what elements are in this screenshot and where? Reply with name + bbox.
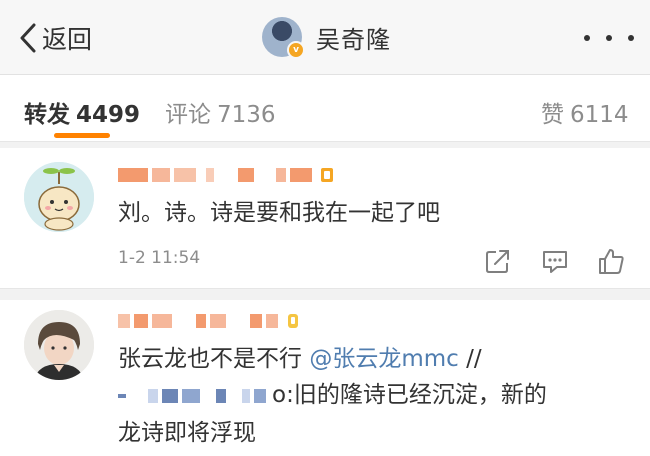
chevron-left-icon bbox=[20, 23, 36, 53]
mask-block bbox=[134, 314, 148, 328]
tab-like-label: 赞 bbox=[541, 102, 564, 128]
like-button[interactable] bbox=[596, 246, 626, 276]
tab-like-count: 6114 bbox=[570, 102, 629, 128]
user-photo-icon bbox=[24, 310, 94, 380]
repost-separator: // bbox=[458, 346, 482, 372]
back-button[interactable]: 返回 bbox=[18, 20, 92, 56]
mask-block bbox=[242, 388, 250, 403]
page-title: 吴奇隆 bbox=[316, 25, 391, 54]
member-badge-icon bbox=[288, 314, 298, 328]
comment-icon bbox=[543, 251, 567, 273]
mask-block bbox=[182, 388, 200, 403]
nav-header: 返回 v 吴奇隆 bbox=[0, 0, 650, 75]
share-button[interactable] bbox=[483, 246, 513, 276]
tab-comment[interactable]: 评论 7136 bbox=[165, 95, 276, 129]
mask-block bbox=[216, 388, 226, 403]
quoted-text: o:旧的隆诗已经沉淀，新的 bbox=[272, 382, 547, 408]
mask-block bbox=[174, 168, 196, 182]
tab-comment-count: 7136 bbox=[217, 102, 276, 128]
tab-like[interactable]: 赞 6114 bbox=[541, 95, 629, 129]
header-title-group[interactable]: v 吴奇隆 bbox=[262, 15, 391, 59]
more-dots-icon bbox=[606, 35, 612, 41]
like-icon bbox=[599, 249, 624, 274]
more-button[interactable] bbox=[584, 26, 634, 50]
mask-block bbox=[152, 314, 172, 328]
list-item[interactable]: 刘。诗。诗是要和我在一起了吧 1-2 11:54 bbox=[0, 148, 650, 288]
mask-block bbox=[266, 314, 278, 328]
verified-badge: v bbox=[287, 41, 305, 59]
username-masked[interactable] bbox=[118, 310, 300, 332]
tab-comment-label: 评论 bbox=[165, 102, 211, 128]
repost-text: 张云龙也不是不行 @张云龙mmc // bbox=[118, 340, 482, 378]
cartoon-avatar-icon bbox=[24, 162, 94, 232]
tab-bar: 转发 4499 评论 7136 赞 6114 bbox=[0, 75, 650, 141]
member-badge-icon bbox=[321, 168, 333, 182]
back-label: 返回 bbox=[42, 25, 93, 54]
avatar[interactable]: v bbox=[262, 17, 305, 59]
mask-block bbox=[210, 314, 226, 328]
avatar[interactable] bbox=[24, 162, 94, 232]
timestamp: 1-2 11:54 bbox=[118, 248, 201, 268]
mask-block bbox=[206, 168, 214, 182]
more-dots-icon bbox=[584, 35, 590, 41]
divider bbox=[0, 141, 650, 148]
active-tab-indicator bbox=[54, 133, 110, 138]
mask-block bbox=[152, 168, 170, 182]
mask-block bbox=[196, 314, 206, 328]
quoted-text-line: o:旧的隆诗已经沉淀，新的 bbox=[118, 376, 547, 414]
mask-block bbox=[118, 314, 130, 328]
comment-button[interactable] bbox=[540, 246, 570, 276]
repost-text: 刘。诗。诗是要和我在一起了吧 bbox=[118, 200, 440, 226]
mask-block bbox=[118, 393, 126, 398]
mask-block bbox=[238, 168, 254, 182]
repost-text-part: 张云龙也不是不行 bbox=[118, 346, 302, 372]
more-dots-icon bbox=[628, 35, 634, 41]
mask-block bbox=[118, 168, 148, 182]
mask-block bbox=[250, 314, 262, 328]
list-item[interactable]: 张云龙也不是不行 @张云龙mmc // o:旧的隆诗已经沉淀，新的 龙诗即将浮现 bbox=[0, 300, 650, 456]
tab-repost-count: 4499 bbox=[76, 102, 141, 128]
mention-link[interactable]: @张云龙mmc bbox=[309, 346, 458, 372]
mask-block bbox=[254, 388, 266, 403]
share-icon bbox=[486, 250, 509, 273]
tab-repost[interactable]: 转发 4499 bbox=[24, 95, 140, 129]
avatar[interactable] bbox=[24, 310, 94, 380]
quoted-text-line: 龙诗即将浮现 bbox=[118, 420, 256, 446]
masked-quoted-username[interactable] bbox=[118, 388, 270, 403]
mask-block bbox=[276, 168, 286, 182]
mask-block bbox=[148, 388, 158, 403]
tab-repost-label: 转发 bbox=[24, 102, 70, 128]
mask-block bbox=[290, 168, 312, 182]
mask-block bbox=[162, 388, 178, 403]
username-masked[interactable] bbox=[118, 164, 334, 186]
